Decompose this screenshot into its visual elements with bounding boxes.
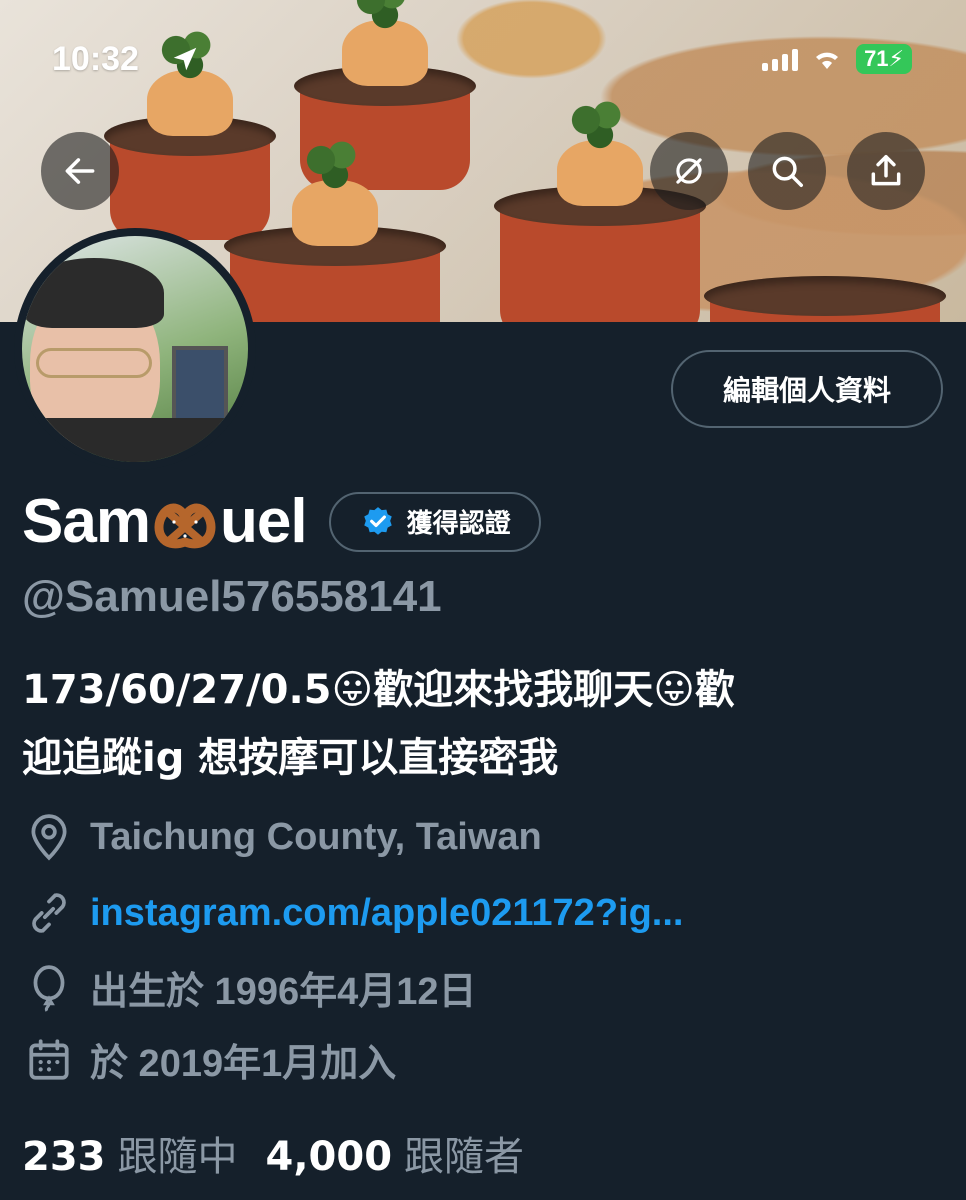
calendar-icon: [29, 1038, 69, 1080]
status-indicators: 71⚡: [762, 44, 912, 74]
banner-pot: [704, 276, 946, 322]
profile-avatar[interactable]: [14, 228, 256, 470]
display-name-part: Sam: [22, 487, 151, 556]
banner-pot: [494, 100, 706, 322]
display-name-part: uel: [219, 487, 308, 556]
profile-name-row: Sam uel 獲得認證: [22, 486, 541, 557]
join-date-text: 於 2019年1月加入: [90, 1043, 397, 1085]
bio-line: 迎追蹤ig 想按摩可以直接密我: [22, 735, 559, 781]
followers-count: 4,000: [265, 1134, 393, 1180]
location-arrow-icon: [173, 47, 197, 71]
search-icon: [772, 156, 803, 187]
banner-pot: [224, 140, 446, 322]
share-button[interactable]: [847, 132, 925, 210]
follow-counts: 233 跟隨中 4,000 跟隨者: [22, 1124, 524, 1182]
link-icon: [32, 893, 66, 933]
profile-handle: @Samuel576558141: [22, 572, 442, 621]
bio-line: 173/60/27/0.5😛歡迎來找我聊天😛歡: [22, 667, 735, 713]
banner-pot: [104, 30, 276, 240]
display-name: Sam uel: [22, 486, 308, 557]
following-count: 233: [22, 1134, 106, 1180]
location-text: Taichung County, Taiwan: [90, 815, 542, 858]
profile-birthday: 出生於 1996年4月12日: [24, 960, 477, 1015]
battery-indicator: 71⚡: [856, 44, 912, 74]
following-link[interactable]: 233 跟隨中: [22, 1124, 238, 1182]
profile-join-date: 於 2019年1月加入: [24, 1032, 396, 1087]
verified-check-icon: [363, 506, 392, 535]
cellular-signal-icon: [762, 47, 799, 71]
wifi-icon: [816, 52, 839, 69]
arrow-left-icon: [65, 158, 95, 184]
birthday-text: 出生於 1996年4月12日: [90, 971, 477, 1013]
grok-button[interactable]: [650, 132, 728, 210]
website-link[interactable]: instagram.com/apple021172?ig...: [90, 892, 683, 935]
verified-badge-button[interactable]: 獲得認證: [328, 491, 541, 552]
pretzel-emoji-icon: [154, 503, 216, 548]
followers-label: 跟隨者: [404, 1134, 525, 1180]
grok-icon: [676, 158, 702, 184]
location-pin-icon: [31, 814, 67, 861]
search-button[interactable]: [748, 132, 826, 210]
profile-website-row: instagram.com/apple021172?ig...: [24, 888, 683, 938]
balloon-icon: [33, 964, 65, 1012]
status-time: 10:32: [52, 40, 139, 78]
profile-bio: 173/60/27/0.5😛歡迎來找我聊天😛歡 迎追蹤ig 想按摩可以直接密我: [22, 656, 942, 792]
share-icon: [871, 155, 901, 186]
profile-location: Taichung County, Taiwan: [24, 812, 542, 862]
following-label: 跟隨中: [117, 1134, 238, 1180]
charging-bolt-icon: ⚡: [888, 46, 904, 71]
edit-profile-button[interactable]: 編輯個人資料: [671, 350, 943, 428]
battery-level: 71: [864, 46, 889, 71]
verified-label: 獲得認證: [406, 509, 511, 539]
followers-link[interactable]: 4,000 跟隨者: [266, 1124, 525, 1182]
back-button[interactable]: [41, 132, 119, 210]
